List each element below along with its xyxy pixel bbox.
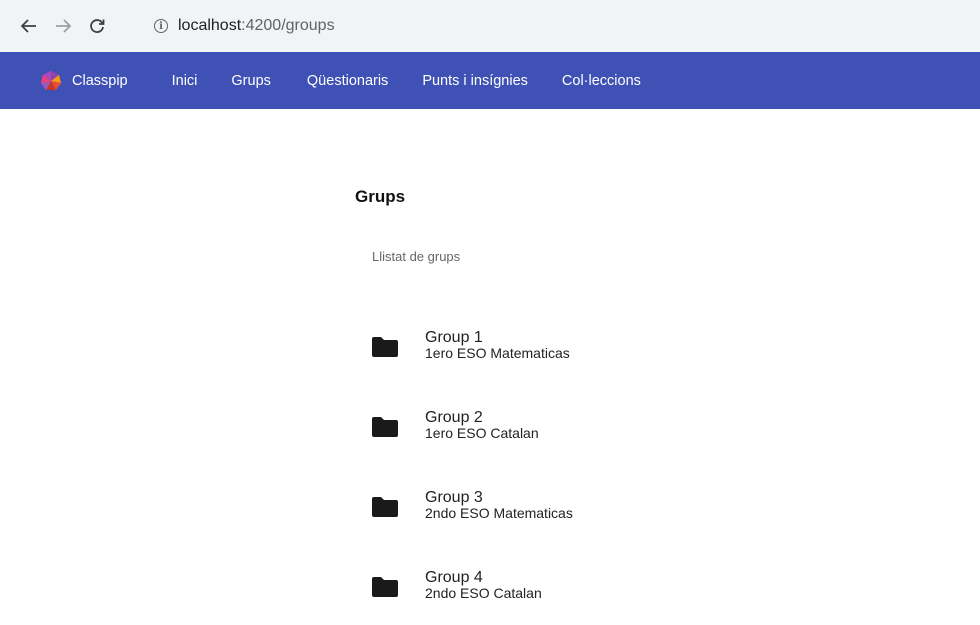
classpip-logo-icon [41, 70, 61, 90]
menu-item-punts-insignies[interactable]: Punts i insígnies [422, 73, 528, 89]
group-description: 2ndo ESO Catalan [425, 584, 542, 601]
brand-label: Classpip [72, 72, 128, 89]
reload-icon [90, 19, 105, 33]
group-list-item-1[interactable]: Group 1 1ero ESO Matematicas [372, 305, 573, 385]
address-bar[interactable]: i localhost:4200/groups [142, 10, 980, 42]
group-list-item-2[interactable]: Group 2 1ero ESO Catalan [372, 385, 573, 465]
menu-item-grups[interactable]: Grups [231, 73, 271, 89]
folder-icon [372, 337, 398, 357]
info-icon[interactable]: i [154, 19, 168, 33]
group-list: Group 1 1ero ESO Matematicas Group 2 1er… [372, 305, 573, 625]
menu-item-inici[interactable]: Inici [172, 73, 198, 89]
folder-icon [372, 417, 398, 437]
group-description: 2ndo ESO Matematicas [425, 504, 573, 521]
back-button[interactable] [18, 15, 40, 37]
arrow-right-icon [56, 19, 72, 33]
url-text[interactable]: localhost:4200/groups [178, 17, 335, 35]
group-list-item-4[interactable]: Group 4 2ndo ESO Catalan [372, 545, 573, 625]
app-toolbar: Classpip Inici Grups Qüestionaris Punts … [0, 52, 980, 109]
arrow-left-icon [20, 19, 36, 33]
folder-icon [372, 497, 398, 517]
group-name: Group 1 [425, 328, 483, 346]
menu-item-questionaris[interactable]: Qüestionaris [307, 73, 388, 89]
main-menu: Inici Grups Qüestionaris Punts i insígni… [172, 73, 675, 89]
list-subheader: Llistat de grups [372, 249, 461, 264]
group-description: 1ero ESO Matematicas [425, 344, 570, 361]
group-list-item-3[interactable]: Group 3 2ndo ESO Matematicas [372, 465, 573, 545]
group-name: Group 3 [425, 488, 483, 506]
forward-button[interactable] [52, 15, 74, 37]
group-description: 1ero ESO Catalan [425, 424, 539, 441]
group-name: Group 4 [425, 568, 483, 586]
browser-bar: i localhost:4200/groups [0, 0, 980, 52]
menu-item-colleccions[interactable]: Col·leccions [562, 73, 641, 89]
url-host: localhost [178, 17, 242, 34]
page-title: Grups [355, 187, 406, 206]
group-name: Group 2 [425, 408, 483, 426]
brand-link[interactable]: Classpip [40, 70, 128, 92]
reload-button[interactable] [86, 15, 108, 37]
url-path: :4200/groups [241, 17, 335, 34]
folder-icon [372, 577, 398, 597]
